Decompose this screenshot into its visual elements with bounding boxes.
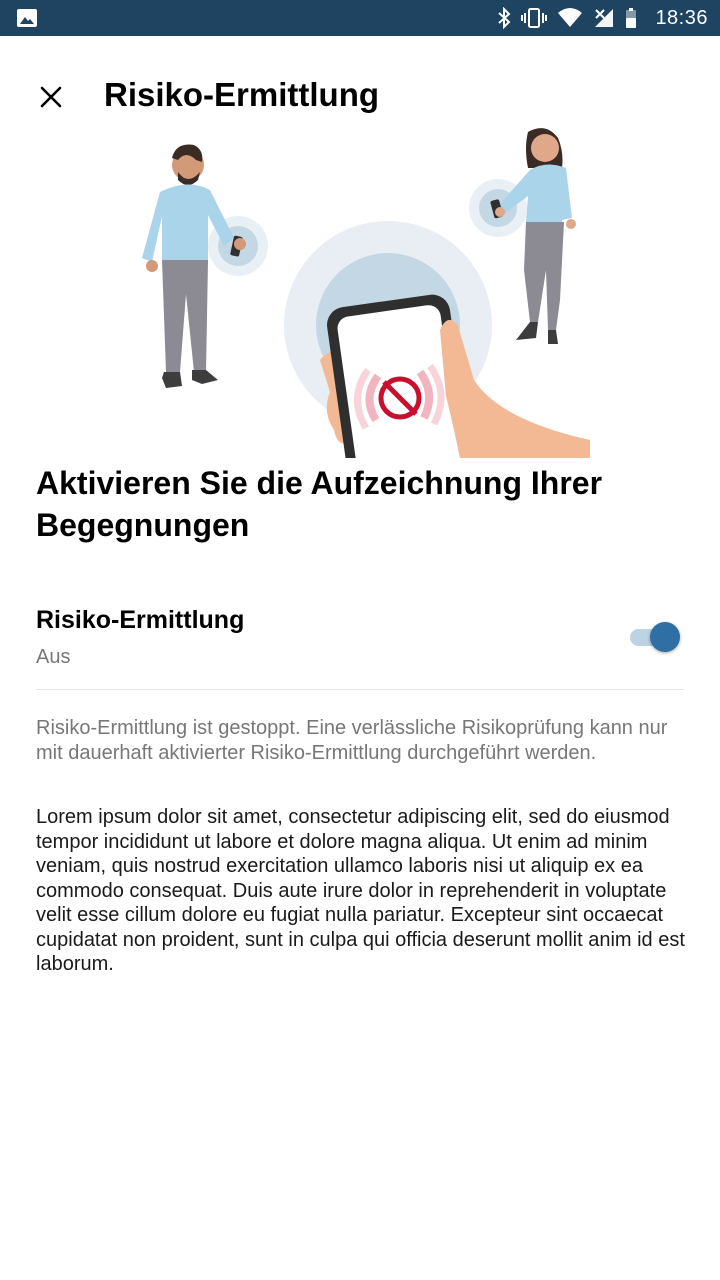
page-title: Risiko-Ermittlung [104,76,380,113]
signal-icon [595,9,614,27]
man-figure [142,144,268,388]
risk-detection-switch[interactable] [630,622,680,652]
vibrate-icon [521,8,548,28]
status-time: 18:36 [655,6,708,29]
wifi-icon [558,8,583,27]
toggle-label: Risiko-Ermittlung [36,606,245,634]
risk-detection-toggle-row[interactable]: Risiko-Ermittlung Aus [36,598,684,690]
close-icon [40,86,62,108]
headline: Aktivieren Sie die Aufzeichnung Ihrer Be… [36,465,603,543]
battery-icon [626,8,637,28]
body-text: Lorem ipsum dolor sit amet, consectetur … [36,806,685,975]
close-button[interactable] [26,77,76,117]
bluetooth-icon [498,7,511,29]
encounters-illustration [142,128,590,458]
switch-thumb [650,622,680,652]
toggle-status: Aus [36,646,71,668]
image-icon [17,9,37,27]
hero-illustration [0,120,720,458]
status-bar: 18:36 [0,0,720,36]
info-text: Risiko-Ermittlung ist gestoppt. Eine ver… [36,717,668,764]
